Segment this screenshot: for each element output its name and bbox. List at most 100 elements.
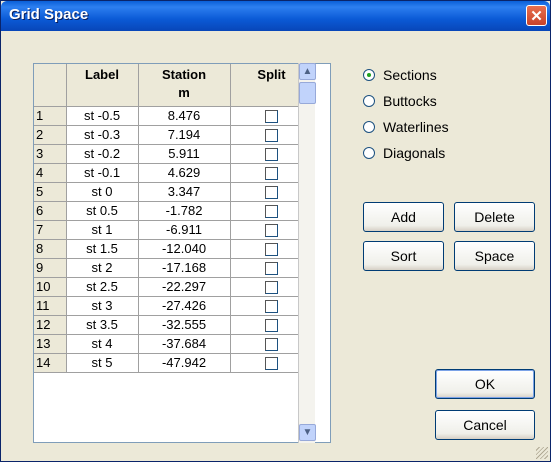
station-cell[interactable]: -6.911 bbox=[138, 220, 231, 240]
grid-space-table[interactable]: Label Station m Split 1st -0.5 8.476 2st -… bbox=[33, 63, 331, 443]
table-row[interactable]: 5st 0 3.347 bbox=[34, 182, 314, 202]
station-cell[interactable]: -12.040 bbox=[138, 239, 231, 259]
station-header-text: Station bbox=[161, 67, 207, 82]
table-row[interactable]: 9st 2 -17.168 bbox=[34, 258, 314, 278]
station-cell[interactable]: 3.347 bbox=[138, 182, 231, 202]
label-cell[interactable]: st 1 bbox=[66, 220, 139, 240]
station-cell[interactable]: 7.194 bbox=[138, 125, 231, 145]
radio-button-icon[interactable] bbox=[363, 147, 375, 159]
row-number: 14 bbox=[34, 353, 67, 373]
table-row[interactable]: 12st 3.5 -32.555 bbox=[34, 315, 314, 335]
row-number: 3 bbox=[34, 144, 67, 164]
radio-button-icon[interactable] bbox=[363, 95, 375, 107]
station-cell[interactable]: -22.297 bbox=[138, 277, 231, 297]
radio-button-icon[interactable] bbox=[363, 121, 375, 133]
station-cell[interactable]: 5.911 bbox=[138, 144, 231, 164]
table-row[interactable]: 3st -0.2 5.911 bbox=[34, 144, 314, 164]
table-row[interactable]: 4st -0.1 4.629 bbox=[34, 163, 314, 183]
label-cell[interactable]: st 0.5 bbox=[66, 201, 139, 221]
row-number: 4 bbox=[34, 163, 67, 183]
split-checkbox[interactable] bbox=[265, 338, 278, 352]
radio-label: Waterlines bbox=[383, 119, 449, 135]
split-checkbox[interactable] bbox=[265, 357, 278, 371]
label-cell[interactable]: st -0.5 bbox=[66, 106, 139, 126]
column-header-station[interactable]: Station m bbox=[138, 64, 231, 107]
radio-label: Sections bbox=[383, 67, 437, 83]
label-cell[interactable]: st 4 bbox=[66, 334, 139, 354]
grid-space-dialog: Grid Space ✕ Label Station m Split 1st -… bbox=[0, 0, 551, 462]
space-button[interactable]: Space bbox=[454, 241, 535, 271]
table-row[interactable]: 10st 2.5 -22.297 bbox=[34, 277, 314, 297]
radio-diagonals[interactable]: Diagonals bbox=[363, 145, 445, 161]
ok-button[interactable]: OK bbox=[435, 369, 535, 399]
split-checkbox[interactable] bbox=[265, 262, 278, 276]
label-cell[interactable]: st 2 bbox=[66, 258, 139, 278]
label-cell[interactable]: st 2.5 bbox=[66, 277, 139, 297]
split-checkbox[interactable] bbox=[265, 186, 278, 200]
sort-button[interactable]: Sort bbox=[363, 241, 444, 271]
label-cell[interactable]: st 0 bbox=[66, 182, 139, 202]
label-cell[interactable]: st -0.3 bbox=[66, 125, 139, 145]
label-cell[interactable]: st -0.1 bbox=[66, 163, 139, 183]
resize-grip-icon[interactable] bbox=[536, 447, 548, 459]
row-number: 1 bbox=[34, 106, 67, 126]
radio-label: Diagonals bbox=[383, 145, 446, 161]
split-checkbox[interactable] bbox=[265, 167, 278, 181]
table-row[interactable]: 11st 3 -27.426 bbox=[34, 296, 314, 316]
radio-sections[interactable]: Sections bbox=[363, 67, 437, 83]
radio-button-icon[interactable] bbox=[363, 69, 375, 81]
station-cell[interactable]: -17.168 bbox=[138, 258, 231, 278]
station-cell[interactable]: -47.942 bbox=[138, 353, 231, 373]
table-row[interactable]: 14st 5 -47.942 bbox=[34, 353, 314, 373]
chevron-up-icon[interactable]: ▲ bbox=[299, 63, 316, 80]
split-checkbox[interactable] bbox=[265, 300, 278, 314]
label-cell[interactable]: st 3 bbox=[66, 296, 139, 316]
split-checkbox[interactable] bbox=[265, 224, 278, 238]
table-row[interactable]: 2st -0.3 7.194 bbox=[34, 125, 314, 145]
chevron-down-icon[interactable]: ▼ bbox=[299, 424, 316, 441]
table-row[interactable]: 1st -0.5 8.476 bbox=[34, 106, 314, 126]
station-unit-text: m bbox=[178, 85, 190, 100]
corner-header bbox=[34, 64, 67, 107]
label-cell[interactable]: st -0.2 bbox=[66, 144, 139, 164]
row-number: 5 bbox=[34, 182, 67, 202]
table-row[interactable]: 6st 0.5 -1.782 bbox=[34, 201, 314, 221]
cancel-button[interactable]: Cancel bbox=[435, 410, 535, 440]
row-number: 2 bbox=[34, 125, 67, 145]
window-title: Grid Space bbox=[9, 6, 89, 23]
close-icon[interactable]: ✕ bbox=[526, 5, 547, 26]
station-cell[interactable]: 4.629 bbox=[138, 163, 231, 183]
split-checkbox[interactable] bbox=[265, 281, 278, 295]
table-row[interactable]: 13st 4 -37.684 bbox=[34, 334, 314, 354]
split-checkbox[interactable] bbox=[265, 129, 278, 143]
label-cell[interactable]: st 1.5 bbox=[66, 239, 139, 259]
station-cell[interactable]: -37.684 bbox=[138, 334, 231, 354]
split-checkbox[interactable] bbox=[265, 319, 278, 333]
vertical-scrollbar[interactable]: ▲ ▼ bbox=[298, 63, 316, 443]
table-row[interactable]: 7st 1 -6.911 bbox=[34, 220, 314, 240]
split-checkbox[interactable] bbox=[265, 148, 278, 162]
title-bar[interactable]: Grid Space ✕ bbox=[1, 1, 550, 31]
radio-buttocks[interactable]: Buttocks bbox=[363, 93, 437, 109]
station-cell[interactable]: -32.555 bbox=[138, 315, 231, 335]
row-number: 12 bbox=[34, 315, 67, 335]
radio-label: Buttocks bbox=[383, 93, 437, 109]
station-cell[interactable]: -1.782 bbox=[138, 201, 231, 221]
row-number: 13 bbox=[34, 334, 67, 354]
scrollbar-thumb[interactable] bbox=[299, 82, 316, 104]
row-number: 6 bbox=[34, 201, 67, 221]
split-checkbox[interactable] bbox=[265, 110, 278, 124]
label-cell[interactable]: st 5 bbox=[66, 353, 139, 373]
row-number: 7 bbox=[34, 220, 67, 240]
table-row[interactable]: 8st 1.5 -12.040 bbox=[34, 239, 314, 259]
station-cell[interactable]: -27.426 bbox=[138, 296, 231, 316]
split-checkbox[interactable] bbox=[265, 205, 278, 219]
label-cell[interactable]: st 3.5 bbox=[66, 315, 139, 335]
column-header-label[interactable]: Label bbox=[66, 64, 139, 107]
delete-button[interactable]: Delete bbox=[454, 202, 535, 232]
station-cell[interactable]: 8.476 bbox=[138, 106, 231, 126]
add-button[interactable]: Add bbox=[363, 202, 444, 232]
split-checkbox[interactable] bbox=[265, 243, 278, 257]
row-number: 8 bbox=[34, 239, 67, 259]
radio-waterlines[interactable]: Waterlines bbox=[363, 119, 449, 135]
